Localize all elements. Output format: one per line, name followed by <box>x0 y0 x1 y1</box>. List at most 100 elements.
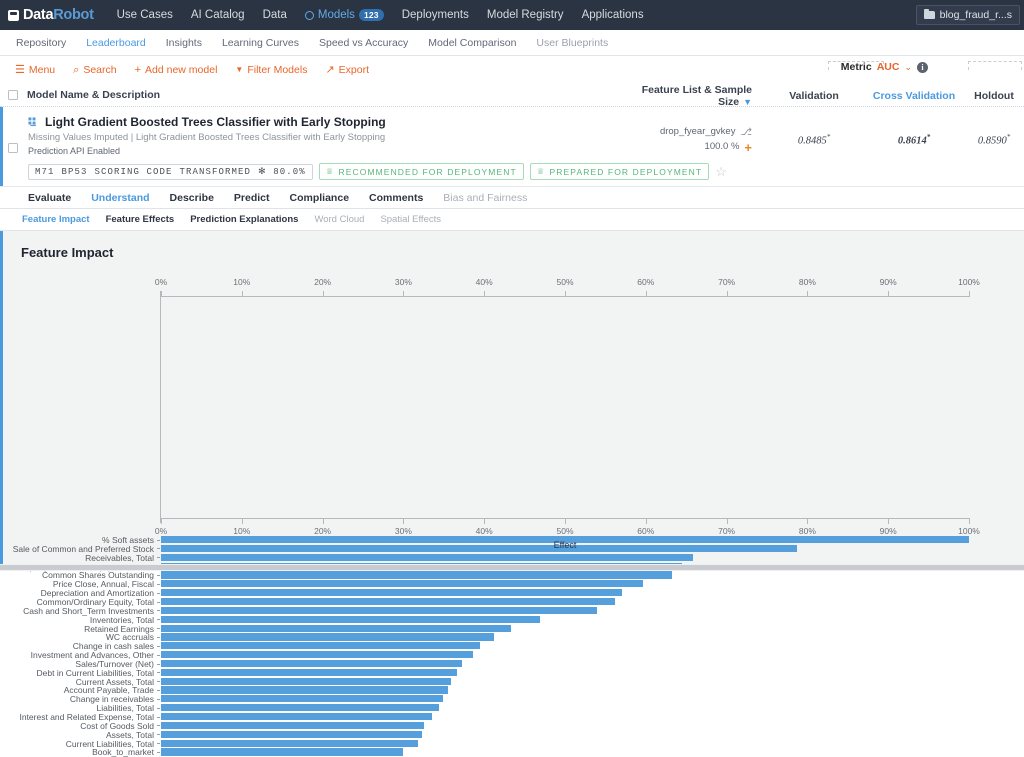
models-subnav: Repository Leaderboard Insights Learning… <box>0 30 1024 56</box>
feature-impact-bar[interactable] <box>161 633 494 641</box>
subnav-item-leaderboard[interactable]: Leaderboard <box>76 30 156 56</box>
tab-word-cloud[interactable]: Word Cloud <box>306 214 372 225</box>
horizontal-scrollbar[interactable] <box>0 564 1024 571</box>
feature-impact-bar[interactable] <box>161 739 418 747</box>
datarobot-logo[interactable]: DataRobot <box>8 7 94 23</box>
feature-impact-bar[interactable] <box>161 553 693 561</box>
export-icon: ↗ <box>325 63 335 76</box>
column-validation[interactable]: Validation <box>764 90 864 102</box>
nav-item-model-registry[interactable]: Model Registry <box>478 0 573 30</box>
x-axis-tick-label: 80% <box>798 277 816 287</box>
x-axis-tick-label: 60% <box>637 526 655 536</box>
project-selector[interactable]: blog_fraud_r...s <box>915 5 1020 25</box>
feature-impact-bar[interactable] <box>161 651 473 659</box>
filter-models-button[interactable]: ▼ Filter Models <box>226 64 316 76</box>
sample-size-value: 100.0 % <box>704 141 740 152</box>
feature-impact-bar[interactable] <box>161 597 616 606</box>
x-axis-tick-label: 0% <box>154 526 168 536</box>
x-axis-tick-label: 10% <box>233 277 251 287</box>
menu-button[interactable]: ☰ Menu <box>6 64 64 76</box>
select-all-checkbox[interactable] <box>8 90 18 100</box>
feature-impact-bar[interactable] <box>161 721 424 730</box>
feature-impact-bar[interactable] <box>161 615 540 623</box>
tab-bias-and-fairness[interactable]: Bias and Fairness <box>433 192 537 204</box>
nav-item-deployments[interactable]: Deployments <box>393 0 478 30</box>
tab-compliance[interactable]: Compliance <box>280 192 360 204</box>
column-header-right-group: Feature List & Sample Size ▼ Validation C… <box>624 84 1024 108</box>
export-button[interactable]: ↗ Export <box>316 64 378 76</box>
feature-impact-bar[interactable] <box>161 713 432 721</box>
x-axis-tick-label: 40% <box>475 277 493 287</box>
nav-item-models[interactable]: Models 123 <box>296 0 393 30</box>
x-axis-tick <box>969 291 970 297</box>
tab-comments[interactable]: Comments <box>359 192 433 204</box>
x-axis-tick-label: 30% <box>394 277 412 287</box>
subnav-item-repository[interactable]: Repository <box>6 30 76 56</box>
bar-fill <box>161 615 540 623</box>
subnav-item-insights[interactable]: Insights <box>156 30 212 56</box>
feature-impact-bar[interactable] <box>161 695 443 703</box>
metric-selector[interactable]: Metric AUC ⌄ i <box>833 58 936 76</box>
feature-impact-bar[interactable] <box>161 624 511 632</box>
y-axis-tick <box>157 698 160 700</box>
subnav-item-speed-vs-accuracy[interactable]: Speed vs Accuracy <box>309 30 418 56</box>
metric-label: Metric <box>840 61 872 73</box>
y-axis-tick <box>157 592 160 594</box>
leaderboard-model-row[interactable]: Light Gradient Boosted Trees Classifier … <box>0 107 1024 187</box>
nav-item-ai-catalog[interactable]: AI Catalog <box>182 0 254 30</box>
feature-list-name[interactable]: drop_fyear_gvkey <box>660 125 736 139</box>
tab-evaluate[interactable]: Evaluate <box>18 192 81 204</box>
x-axis-tick-label: 0% <box>154 277 168 287</box>
feature-impact-bar[interactable] <box>161 659 462 668</box>
model-row-checkbox[interactable] <box>8 143 18 153</box>
x-axis-tick <box>484 291 486 297</box>
x-axis-tick-label: 10% <box>233 526 251 536</box>
feature-impact-bar[interactable] <box>161 589 623 597</box>
nav-item-applications[interactable]: Applications <box>573 0 653 30</box>
share-icon[interactable]: ⎇ <box>740 125 752 140</box>
x-axis-tick <box>969 518 970 524</box>
add-new-model-button[interactable]: + Add new model <box>126 64 227 76</box>
feature-impact-bar[interactable] <box>161 642 481 650</box>
tab-spatial-effects[interactable]: Spatial Effects <box>372 214 449 225</box>
favorite-star-icon[interactable]: ☆ <box>715 165 727 178</box>
x-axis-tick <box>484 518 486 524</box>
metric-value: AUC <box>876 61 900 73</box>
subnav-item-user-blueprints[interactable]: User Blueprints <box>526 30 618 56</box>
recommended-label: RECOMMENDED FOR DEPLOYMENT <box>338 166 517 177</box>
column-cross-validation[interactable]: Cross Validation <box>864 90 964 102</box>
feature-impact-bar[interactable] <box>161 571 672 579</box>
cross-validation-score-value: 0.8614 <box>897 135 927 147</box>
nav-item-data[interactable]: Data <box>254 0 296 30</box>
feature-impact-bar[interactable] <box>161 606 598 614</box>
feature-impact-bar[interactable] <box>161 580 644 588</box>
column-feature-list[interactable]: Feature List & Sample Size ▼ <box>624 84 764 108</box>
feature-impact-bar[interactable] <box>161 677 452 685</box>
tab-feature-effects[interactable]: Feature Effects <box>98 214 183 225</box>
column-holdout[interactable]: Holdout <box>964 90 1024 102</box>
models-count-badge: 123 <box>358 8 384 22</box>
x-axis-tick-label: 60% <box>637 277 655 287</box>
plus-icon[interactable]: + <box>744 141 752 154</box>
feature-impact-bar[interactable] <box>161 544 797 553</box>
nav-item-use-cases[interactable]: Use Cases <box>108 0 182 30</box>
feature-impact-bar[interactable] <box>161 748 404 756</box>
feature-impact-bar[interactable] <box>161 668 457 676</box>
tab-describe[interactable]: Describe <box>160 192 224 204</box>
tab-predict[interactable]: Predict <box>224 192 280 204</box>
x-axis-tick <box>403 291 405 297</box>
x-axis-tick <box>726 291 728 297</box>
filter-models-label: Filter Models <box>247 64 308 76</box>
tab-feature-impact[interactable]: Feature Impact <box>14 214 98 225</box>
tab-understand[interactable]: Understand <box>81 192 159 204</box>
feature-impact-bar[interactable] <box>161 686 448 694</box>
horizontal-scrollbar-thumb[interactable] <box>0 565 1024 570</box>
subnav-item-model-comparison[interactable]: Model Comparison <box>418 30 526 56</box>
datarobot-mark-icon <box>8 9 19 21</box>
scoring-code-label: SCORING CODE <box>94 166 173 177</box>
feature-impact-bar[interactable] <box>161 704 439 712</box>
tab-prediction-explanations[interactable]: Prediction Explanations <box>182 214 306 225</box>
subnav-item-learning-curves[interactable]: Learning Curves <box>212 30 309 56</box>
feature-impact-bar[interactable] <box>161 730 422 738</box>
search-button[interactable]: ⌕ Search <box>64 64 125 76</box>
